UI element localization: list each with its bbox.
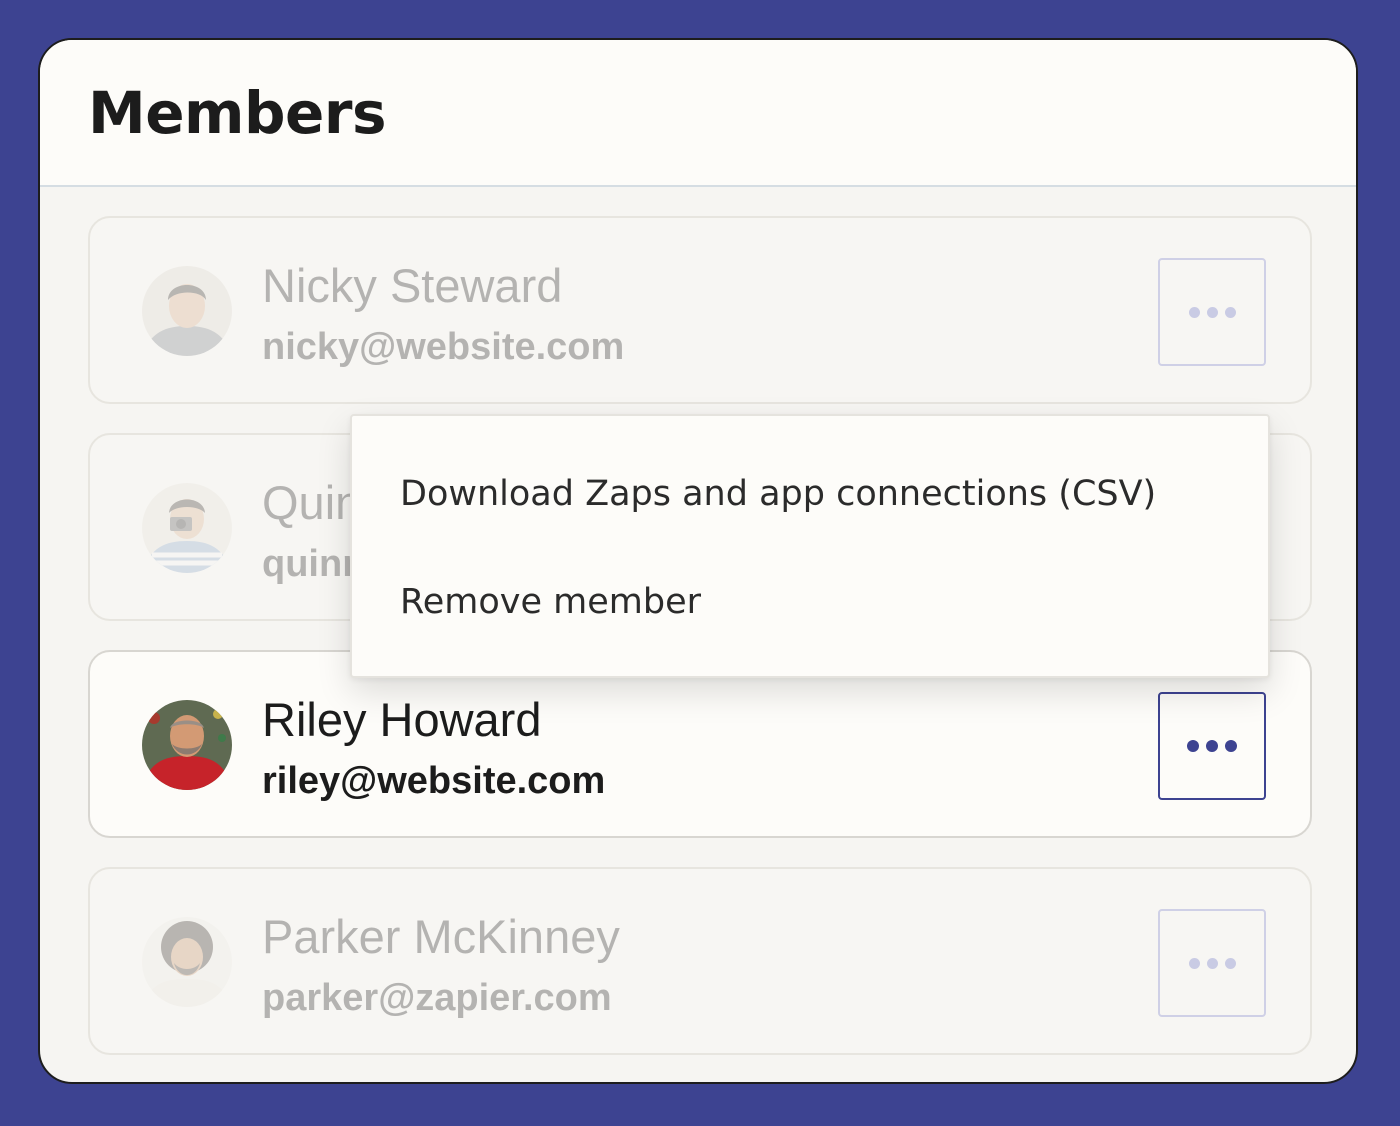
avatar	[142, 917, 232, 1007]
more-horizontal-icon	[1188, 306, 1200, 318]
more-horizontal-icon	[1187, 740, 1199, 752]
member-name: Parker McKinney	[262, 910, 620, 963]
member-email: parker@zapier.com	[262, 977, 612, 1019]
member-row-nicky: Nicky Steward nicky@website.com	[88, 216, 1312, 404]
member-actions-button[interactable]	[1158, 258, 1266, 366]
avatar	[142, 483, 232, 573]
menu-item-download-csv[interactable]: Download Zaps and app connections (CSV)	[400, 472, 1156, 516]
member-name: Nicky Steward	[262, 259, 563, 312]
member-actions-button[interactable]	[1158, 692, 1266, 800]
member-actions-button[interactable]	[1158, 909, 1266, 1017]
panel-header: Members	[40, 40, 1356, 187]
member-email: riley@website.com	[262, 760, 606, 802]
page-title: Members	[88, 79, 386, 147]
member-email: nicky@website.com	[262, 326, 625, 368]
members-panel: Members Nicky Steward nicky@website.com	[38, 38, 1358, 1084]
member-name: Riley Howard	[262, 693, 542, 746]
member-row-riley: Riley Howard riley@website.com	[88, 650, 1312, 838]
avatar	[142, 700, 232, 790]
member-row-parker: Parker McKinney parker@zapier.com	[88, 867, 1312, 1055]
menu-item-remove-member[interactable]: Remove member	[400, 580, 701, 624]
more-horizontal-icon	[1188, 957, 1200, 969]
avatar	[142, 266, 232, 356]
member-actions-menu: Download Zaps and app connections (CSV) …	[350, 414, 1270, 678]
